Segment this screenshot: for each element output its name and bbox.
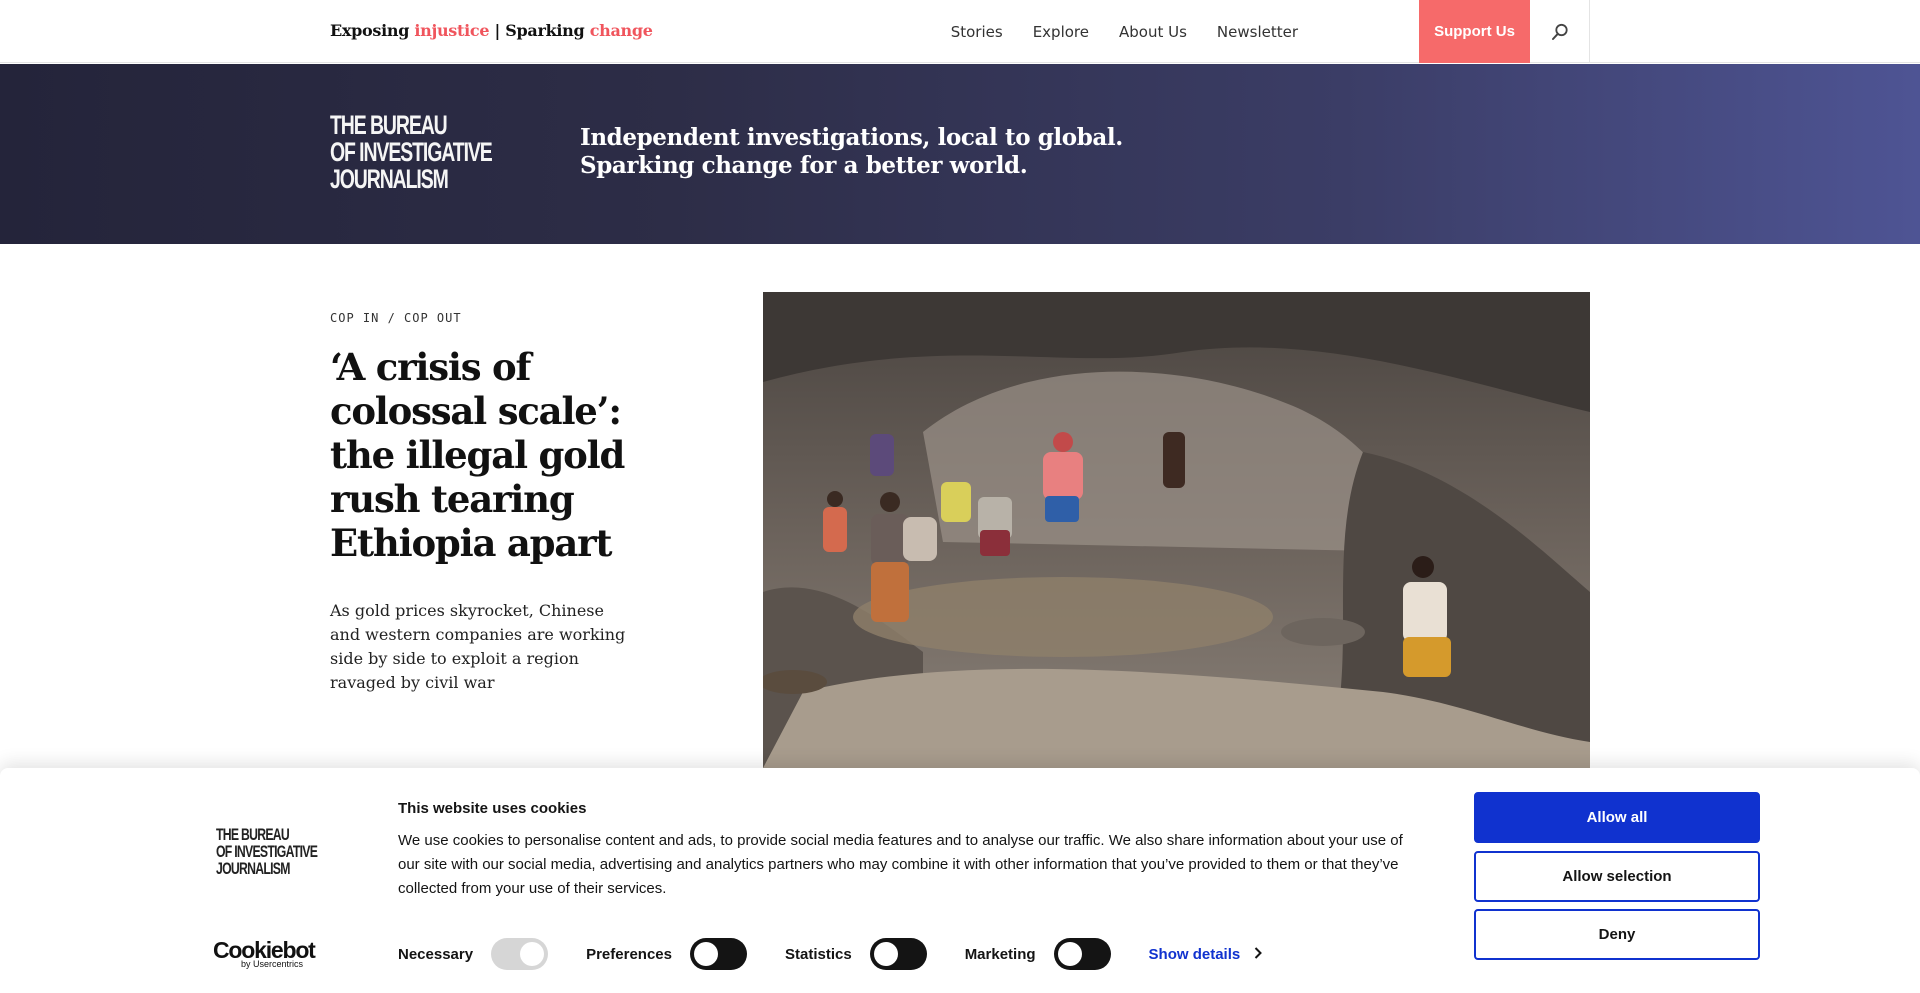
article-kicker[interactable]: COP IN / COP OUT bbox=[330, 311, 462, 325]
cookiebot-logo[interactable]: Cookiebot by Usercentrics bbox=[213, 938, 316, 969]
cookie-logo-line-2: OF INVESTIGATIVE bbox=[216, 842, 318, 861]
allow-selection-button[interactable]: Allow selection bbox=[1474, 851, 1760, 902]
hero-mission: Independent investigations, local to glo… bbox=[580, 124, 1123, 180]
toggle-knob bbox=[693, 942, 718, 966]
hero-line-2: Sparking change for a better world. bbox=[580, 152, 1028, 179]
top-nav: Exposing injustice | Sparking change Sto… bbox=[0, 0, 1920, 63]
toggle-knob bbox=[873, 942, 898, 966]
nav-newsletter[interactable]: Newsletter bbox=[1217, 23, 1298, 41]
chevron-right-icon bbox=[1254, 946, 1263, 962]
show-details-link[interactable]: Show details bbox=[1149, 946, 1263, 963]
statistics-toggle[interactable] bbox=[869, 938, 927, 970]
allow-all-button[interactable]: Allow all bbox=[1474, 792, 1760, 843]
site-tagline: Exposing injustice | Sparking change bbox=[330, 21, 653, 40]
gold-mine-photo-illustration bbox=[763, 292, 1590, 768]
logo-line-1: THE BUREAU bbox=[330, 110, 448, 140]
nav-explore[interactable]: Explore bbox=[1033, 23, 1089, 41]
cookie-toggles: Necessary Preferences Statistics Marketi… bbox=[398, 938, 1263, 970]
nav-about-us[interactable]: About Us bbox=[1119, 23, 1187, 41]
tagline-accent-injustice: injustice bbox=[414, 21, 490, 40]
hero-line-1: Independent investigations, local to glo… bbox=[580, 124, 1123, 151]
cookie-title: This website uses cookies bbox=[398, 800, 587, 817]
nav-stories[interactable]: Stories bbox=[951, 23, 1003, 41]
tagline-part2: | Sparking bbox=[489, 21, 590, 40]
toggle-knob bbox=[520, 942, 545, 966]
logo-line-2: OF INVESTIGATIVE bbox=[330, 137, 493, 167]
cookie-logo-line-1: THE BUREAU bbox=[216, 825, 290, 844]
toggle-knob bbox=[1057, 942, 1082, 966]
cookie-description: We use cookies to personalise content an… bbox=[398, 832, 1403, 897]
marketing-toggle[interactable] bbox=[1053, 938, 1111, 970]
deny-button[interactable]: Deny bbox=[1474, 909, 1760, 960]
tagline-part1: Exposing bbox=[330, 21, 415, 40]
show-details-label: Show details bbox=[1148, 945, 1241, 963]
logo-line-3: JOURNALISM bbox=[330, 164, 449, 194]
necessary-label: Necessary bbox=[398, 945, 474, 963]
bureau-logo[interactable]: THE BUREAU OF INVESTIGATIVE JOURNALISM bbox=[330, 110, 493, 194]
support-us-button[interactable]: Support Us bbox=[1419, 0, 1530, 63]
preferences-label: Preferences bbox=[586, 945, 672, 963]
article-photo[interactable] bbox=[763, 292, 1590, 768]
article-standfirst: As gold prices skyrocket, Chinese and we… bbox=[330, 601, 626, 692]
marketing-label: Marketing bbox=[964, 945, 1036, 963]
necessary-toggle bbox=[491, 938, 549, 970]
search-button[interactable] bbox=[1530, 0, 1590, 63]
search-icon bbox=[1551, 23, 1568, 40]
cookie-banner-logo: THE BUREAU OF INVESTIGATIVE JOURNALISM bbox=[216, 825, 318, 878]
preferences-toggle[interactable] bbox=[689, 938, 747, 970]
cookie-logo-line-3: JOURNALISM bbox=[216, 859, 290, 878]
tagline-accent-change: change bbox=[589, 21, 653, 40]
article-headline[interactable]: ‘A crisis of colossal scale’: the illega… bbox=[330, 345, 650, 565]
statistics-label: Statistics bbox=[784, 945, 852, 963]
main-nav: Stories Explore About Us Newsletter bbox=[921, 0, 1298, 63]
